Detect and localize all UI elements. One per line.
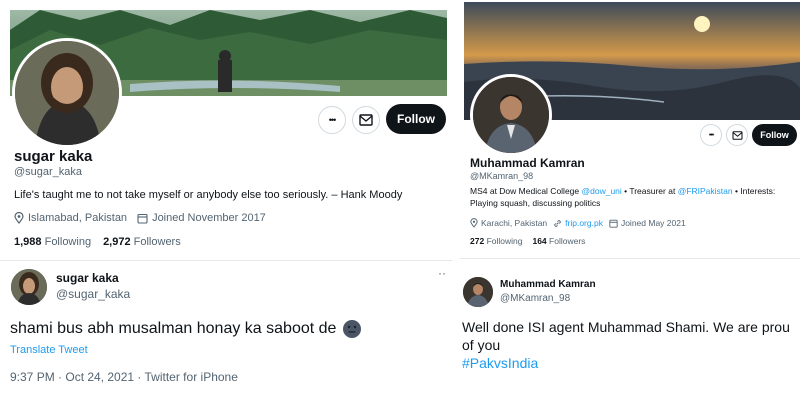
left-profile-name: sugar kaka: [14, 148, 93, 165]
right-follow-stats: 272 Following 164 Followers: [470, 236, 585, 246]
location-icon: [470, 218, 478, 228]
link-icon: [554, 219, 561, 227]
more-icon: •••: [708, 131, 714, 139]
mail-icon: [731, 130, 743, 140]
right-following-link[interactable]: 272 Following: [470, 236, 522, 246]
left-tweet-timestamp[interactable]: 9:37 PM · Oct 24, 2021 · Twitter for iPh…: [10, 370, 238, 384]
right-profile-avatar[interactable]: [470, 74, 552, 156]
right-joined-date: Joined May 2021: [620, 218, 686, 228]
right-tweet-author-handle: @MKamran_98: [500, 293, 571, 304]
left-tweet-text: shami bus abh musalman honay ka saboot d…: [10, 319, 362, 339]
right-tweet-author-name[interactable]: Muhammad Kamran: [500, 279, 596, 290]
right-website-link[interactable]: frip.org.pk: [565, 218, 603, 228]
right-divider: [460, 258, 800, 259]
mail-icon: [359, 114, 373, 126]
left-profile-handle: @sugar_kaka: [14, 166, 83, 178]
right-more-options-button[interactable]: •••: [700, 124, 722, 146]
left-tweet-author-handle: @sugar_kaka: [56, 287, 131, 301]
left-profile-meta: Islamabad, Pakistan Joined November 2017: [14, 212, 266, 224]
left-profile-card: ••• Follow sugar kaka @sugar_kaka Life's…: [0, 0, 452, 260]
right-profile-name: Muhammad Kamran: [470, 156, 585, 170]
left-location: Islamabad, Pakistan: [28, 212, 128, 224]
left-profile-bio: Life's taught me to not take myself or a…: [14, 189, 403, 201]
right-profile-handle: @MKamran_98: [470, 171, 534, 181]
right-tweet-card: Muhammad Kamran @MKamran_98 Well done IS…: [460, 262, 800, 420]
left-follow-stats: 1,988 Following 2,972 Followers: [14, 236, 181, 248]
left-more-options-button[interactable]: •••: [318, 106, 346, 134]
left-tweet-card: sugar kaka @sugar_kaka ·· shami bus abh …: [0, 262, 452, 420]
right-profile-bio-line1: MS4 at Dow Medical College @dow_uni • Tr…: [470, 186, 776, 196]
right-followers-link[interactable]: 164 Followers: [532, 236, 585, 246]
right-profile-meta: Karachi, Pakistan frip.org.pk Joined May…: [470, 218, 686, 228]
right-tweet-text-line2: of you: [462, 337, 501, 353]
left-tweet-author-name[interactable]: sugar kaka: [56, 271, 119, 285]
left-followers-link[interactable]: 2,972 Followers: [103, 236, 181, 248]
left-following-link[interactable]: 1,988 Following: [14, 236, 91, 248]
more-icon: •••: [328, 115, 337, 125]
right-tweet-text-line1: Well done ISI agent Muhammad Shami. We a…: [462, 319, 790, 335]
right-profile-card: ••• Follow Muhammad Kamran @MKamran_98 M…: [460, 0, 800, 258]
emoji-icon: [343, 320, 362, 338]
right-message-button[interactable]: [726, 124, 748, 146]
right-profile-bio-line2: Playing squash, discussing politics: [470, 198, 601, 208]
calendar-icon: [609, 219, 618, 228]
location-icon: [14, 212, 24, 224]
translate-tweet-link[interactable]: Translate Tweet: [10, 344, 88, 356]
right-location: Karachi, Pakistan: [481, 218, 548, 228]
left-tweet-more-button[interactable]: ··: [438, 266, 446, 280]
dow-uni-mention[interactable]: @dow_uni: [582, 186, 622, 196]
left-message-button[interactable]: [352, 106, 380, 134]
left-profile-avatar[interactable]: [12, 38, 122, 148]
left-divider: [0, 260, 452, 261]
left-joined-date: Joined November 2017: [152, 212, 266, 224]
pakvsindia-hashtag[interactable]: #PakvsIndia: [462, 355, 538, 371]
calendar-icon: [137, 213, 148, 224]
fripakistan-mention[interactable]: @FRIPakistan: [678, 186, 733, 196]
left-tweet-avatar[interactable]: [10, 268, 48, 306]
right-tweet-avatar[interactable]: [462, 276, 494, 308]
right-follow-button[interactable]: Follow: [752, 124, 797, 146]
left-follow-button[interactable]: Follow: [386, 104, 446, 134]
